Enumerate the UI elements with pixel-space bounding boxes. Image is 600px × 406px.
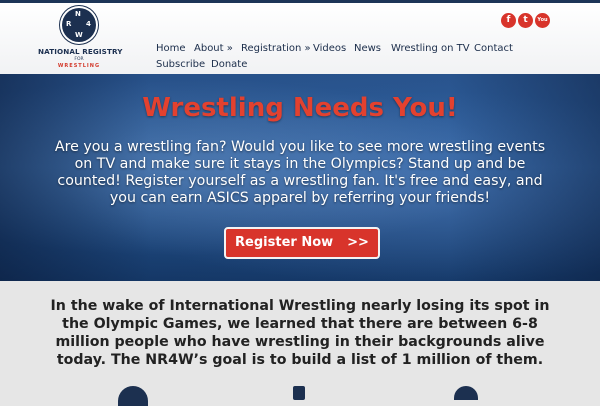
- intro-text: In the wake of International Wrestling n…: [50, 298, 550, 368]
- seal-letter-n: N: [75, 10, 81, 18]
- logo-line-1: NATIONAL REGISTRY: [38, 47, 123, 56]
- nav-item-about[interactable]: About »: [194, 43, 233, 54]
- feature-globe-icon: [118, 386, 148, 406]
- hero-banner: Wrestling Needs You! Are you a wrestling…: [0, 74, 600, 281]
- hero-body-text: Are you a wrestling fan? Would you like …: [54, 139, 546, 206]
- site-header: N R 4 W NATIONAL REGISTRY FOR WRESTLING …: [0, 0, 600, 74]
- nav-item-news[interactable]: News: [354, 43, 381, 54]
- register-now-label: Register Now: [235, 235, 334, 250]
- hero-title: Wrestling Needs You!: [142, 93, 458, 123]
- site-logo[interactable]: N R 4 W NATIONAL REGISTRY FOR WRESTLING: [38, 6, 123, 76]
- twitter-icon[interactable]: t: [518, 13, 533, 28]
- nav-item-subscribe[interactable]: Subscribe: [156, 59, 205, 70]
- feature-tv-icon: [293, 386, 305, 400]
- double-chevron-right-icon: >>: [347, 235, 369, 250]
- nav-item-donate[interactable]: Donate: [211, 59, 247, 70]
- nav-item-videos[interactable]: Videos: [313, 43, 346, 54]
- logo-line-2: FOR: [74, 57, 84, 62]
- register-now-button[interactable]: Register Now >>: [224, 227, 380, 259]
- seal-letter-w: W: [75, 31, 83, 39]
- logo-line-3: WRESTLING: [57, 63, 101, 69]
- seal-letter-4: 4: [86, 20, 91, 28]
- logo-seal: N R 4 W: [62, 8, 96, 42]
- feature-person-icon: [454, 386, 478, 400]
- youtube-icon[interactable]: You: [535, 13, 550, 28]
- facebook-icon[interactable]: f: [501, 13, 516, 28]
- nav-item-wrestling-on-tv[interactable]: Wrestling on TV: [391, 43, 470, 54]
- nav-item-contact[interactable]: Contact: [474, 43, 513, 54]
- nav-item-home[interactable]: Home: [156, 43, 186, 54]
- nav-item-registration[interactable]: Registration »: [241, 43, 311, 54]
- seal-letter-r: R: [66, 20, 72, 28]
